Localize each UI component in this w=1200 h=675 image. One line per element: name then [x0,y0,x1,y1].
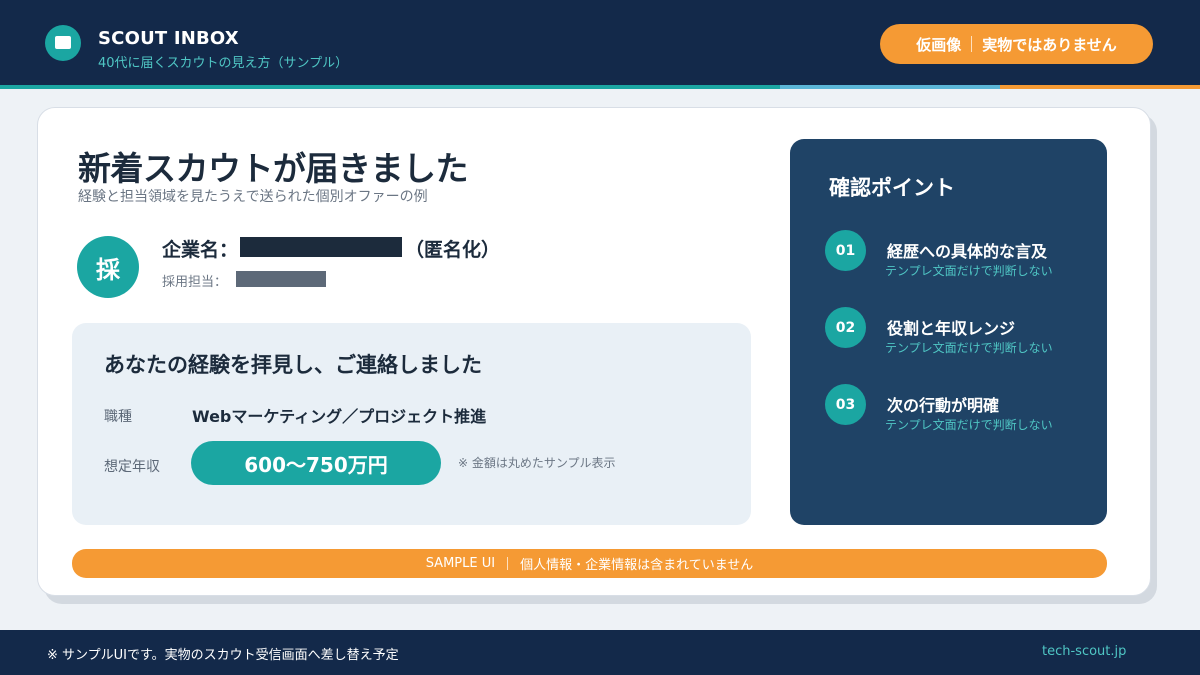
recruiter-name-redacted [236,271,326,287]
app-subtitle: 40代に届くスカウトの見え方（サンプル） [98,56,349,71]
accent-stripe-orange [1000,85,1200,89]
salary-label: 想定年収 [104,459,160,475]
page-title: 新着スカウトが届きました [78,149,469,188]
checkpoint-sub: テンプレ文面だけで判断しない [885,341,1053,355]
app-title: SCOUT INBOX [98,28,239,49]
company-anonymized-note: （匿名化） [405,239,501,261]
sample-badge: 仮画像 実物ではありません [880,24,1153,64]
footer-url[interactable]: tech-scout.jp [1042,644,1126,659]
footer-note: ※ サンプルUIです。実物のスカウト受信画面へ差し替え予定 [47,648,399,663]
checkpoint-title: 役割と年収レンジ [887,319,1016,338]
recruiter-label: 採用担当： [162,275,228,290]
checkpoint-title: 経歴への具体的な言及 [887,242,1048,261]
checkpoint-number: 02 [825,307,866,348]
banner-right-text: 個人情報・企業情報は含まれていません [520,558,754,573]
salary-note: ※ 金額は丸めたサンプル表示 [458,456,616,470]
company-label: 企業名： [162,239,239,261]
checkpoint-number: 01 [825,230,866,271]
checkpoints-title: 確認ポイント [829,176,955,200]
message-heading: あなたの経験を拝見し、ご連絡しました [104,353,482,377]
checkpoint-title: 次の行動が明確 [887,396,1000,415]
checkpoint-sub: テンプレ文面だけで判断しない [885,418,1053,432]
mail-icon [45,25,81,61]
badge-right-text: 実物ではありません [982,35,1117,54]
job-label: 職種 [104,409,132,425]
banner-divider [507,557,509,570]
company-name-redacted [240,237,402,257]
checkpoint-sub: テンプレ文面だけで判断しない [885,264,1053,278]
badge-divider [971,36,973,52]
avatar: 採 [77,236,139,298]
accent-stripe-blue [780,85,1000,89]
banner-left-text: SAMPLE UI [425,556,496,571]
accent-stripe-teal [0,85,780,89]
sample-banner: SAMPLE UI 個人情報・企業情報は含まれていません [72,549,1107,578]
page-subtitle: 経験と担当領域を見たうえで送られた個別オファーの例 [78,189,428,205]
checkpoint-number: 03 [825,384,866,425]
salary-value: 600〜750万円 [191,441,441,485]
job-value: Webマーケティング／プロジェクト推進 [192,407,487,426]
badge-left-text: 仮画像 [916,35,962,54]
